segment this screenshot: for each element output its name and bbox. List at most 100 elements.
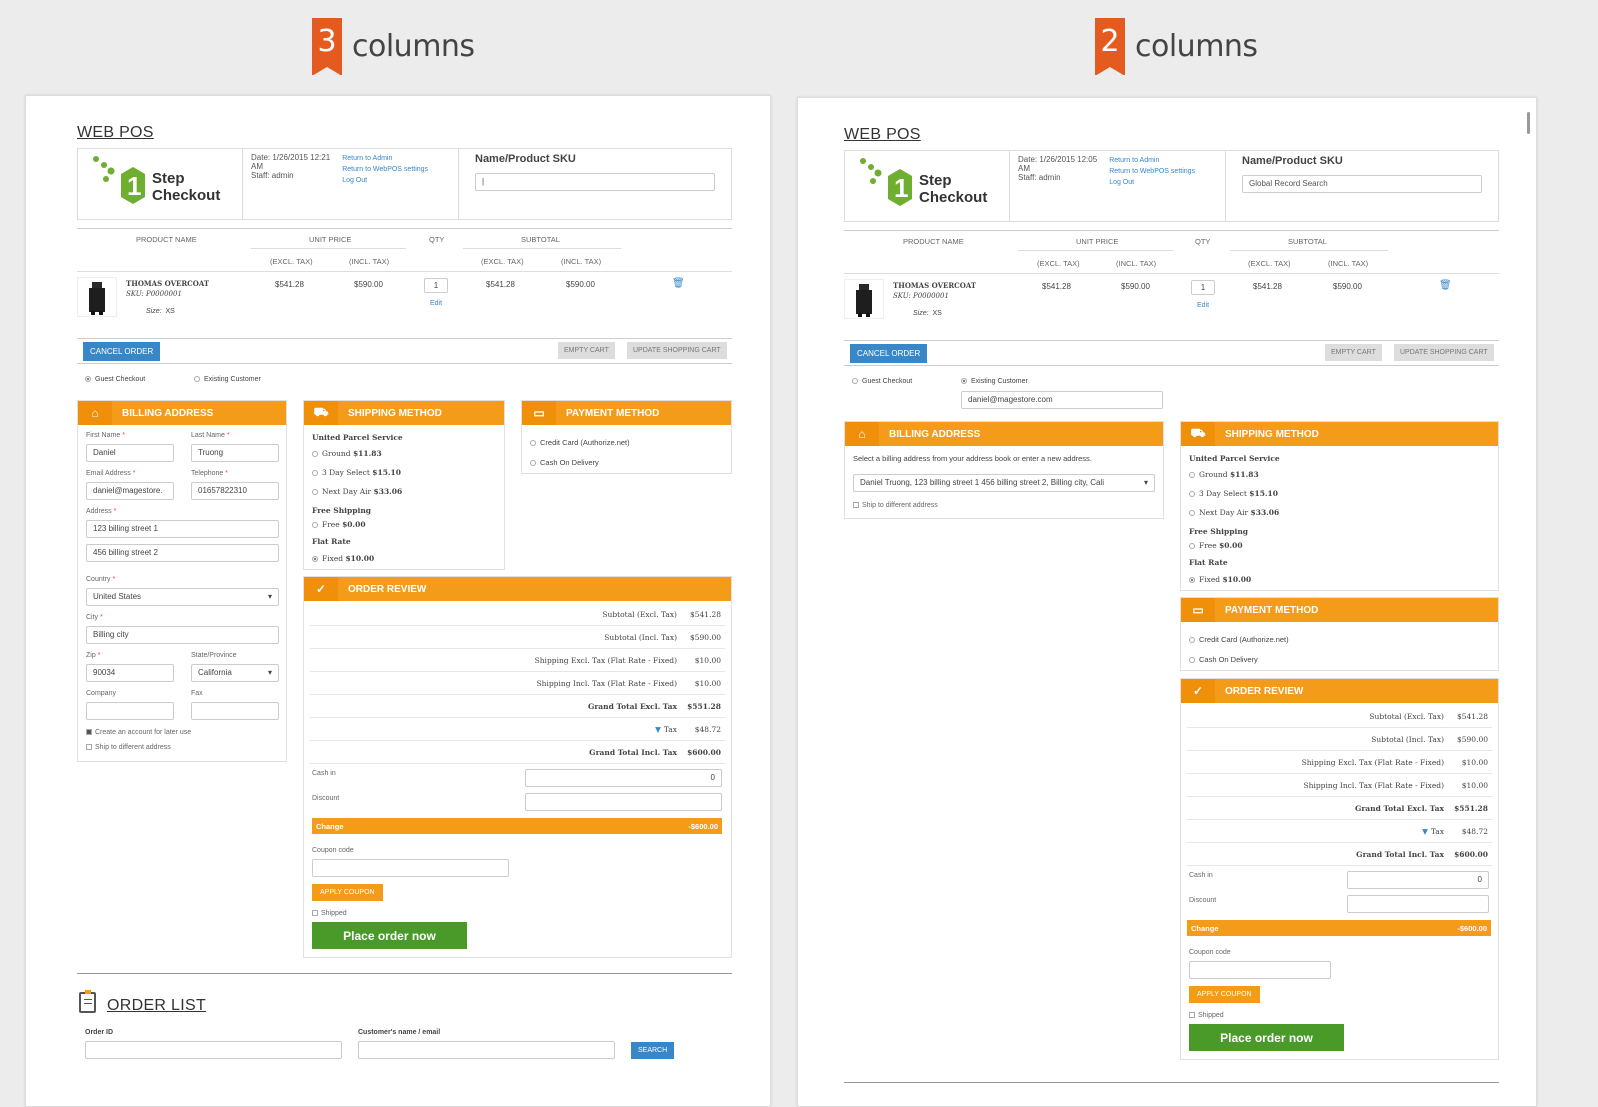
- cash-in-field[interactable]: 0: [1347, 871, 1489, 889]
- place-order-button[interactable]: Place order now: [1189, 1024, 1344, 1051]
- qty-input[interactable]: 1: [1191, 280, 1215, 295]
- city-field[interactable]: Billing city: [86, 626, 279, 644]
- empty-cart-button[interactable]: EMPTY CART: [558, 342, 615, 359]
- discount-field[interactable]: [1347, 895, 1489, 913]
- next-day-radio[interactable]: [1189, 510, 1195, 516]
- sku-input[interactable]: Global Record Search: [1242, 175, 1482, 193]
- ground-radio[interactable]: [312, 451, 318, 457]
- col-unit-price: UNIT PRICE: [309, 235, 352, 244]
- qty-input[interactable]: 1: [424, 278, 448, 293]
- product-name: THOMAS OVERCOAT: [126, 279, 210, 288]
- first-name-field[interactable]: Daniel: [86, 444, 174, 462]
- logout-link[interactable]: Log Out: [342, 175, 428, 186]
- payment-section: ▭ PAYMENT METHOD Credit Card (Authorize.n…: [521, 400, 732, 474]
- return-to-admin-link[interactable]: Return to Admin: [342, 153, 428, 164]
- cancel-order-button[interactable]: CANCEL ORDER: [83, 342, 161, 361]
- cancel-order-button[interactable]: CANCEL ORDER: [850, 344, 928, 363]
- fax-field[interactable]: [191, 702, 279, 720]
- search-button[interactable]: SEARCH: [631, 1042, 675, 1059]
- edit-link[interactable]: Edit: [430, 300, 442, 307]
- return-to-settings-link[interactable]: Return to WebPOS settings: [342, 164, 428, 175]
- existing-radio[interactable]: [194, 376, 200, 383]
- session-info: Date: 1/26/2015 12:21 AM Staff: admin Re…: [243, 149, 459, 219]
- three-day-label: 3 Day Select: [1199, 489, 1247, 498]
- cc-radio[interactable]: [530, 440, 536, 447]
- coupon-field[interactable]: [312, 859, 509, 877]
- guest-label: Guest Checkout: [95, 376, 146, 383]
- next-day-radio[interactable]: [312, 489, 318, 495]
- svg-text:Step: Step: [152, 170, 185, 187]
- shipping-section: ⛟ SHIPPING METHOD United Parcel Service G…: [1180, 421, 1499, 591]
- last-name-field[interactable]: Truong: [191, 444, 279, 462]
- country-select[interactable]: United States ▾: [86, 588, 279, 606]
- col-qty: QTY: [429, 235, 445, 244]
- expand-triangle-icon[interactable]: ▼: [1422, 827, 1428, 836]
- address1-field[interactable]: 123 billing street 1: [86, 520, 279, 538]
- update-cart-button[interactable]: UPDATE SHOPPING CART: [1394, 344, 1494, 361]
- size-label: Size:: [146, 308, 162, 315]
- free-radio[interactable]: [1189, 543, 1195, 549]
- address2-field[interactable]: 456 billing street 2: [86, 544, 279, 562]
- state-select[interactable]: California ▾: [191, 664, 279, 682]
- update-cart-button[interactable]: UPDATE SHOPPING CART: [627, 342, 727, 359]
- col-excl: (EXCL. TAX): [481, 257, 524, 266]
- return-to-settings-link[interactable]: Return to WebPOS settings: [1109, 166, 1195, 177]
- edit-link[interactable]: Edit: [1197, 302, 1209, 309]
- apply-coupon-button[interactable]: APPLY COUPON: [1189, 986, 1260, 1003]
- fixed-radio[interactable]: [312, 556, 318, 562]
- trash-icon[interactable]: 🗑: [672, 278, 685, 289]
- ground-price: $11.83: [352, 449, 382, 458]
- order-list-title: ORDER LIST: [107, 997, 207, 1014]
- next-day-label: Next Day Air: [322, 487, 372, 496]
- ship-diff-checkbox[interactable]: [853, 502, 859, 509]
- cash-in-field[interactable]: 0: [525, 769, 722, 787]
- coupon-field[interactable]: [1189, 961, 1331, 979]
- expand-triangle-icon[interactable]: ▼: [655, 725, 661, 734]
- phone-field[interactable]: 01657822310: [191, 482, 279, 500]
- svg-text:Checkout: Checkout: [152, 187, 220, 204]
- logout-link[interactable]: Log Out: [1109, 177, 1195, 188]
- discount-field[interactable]: [525, 793, 722, 811]
- sku-input[interactable]: |: [475, 173, 715, 191]
- cc-radio[interactable]: [1189, 637, 1195, 644]
- header-label: columns: [1135, 29, 1258, 64]
- guest-radio[interactable]: [852, 378, 858, 385]
- three-day-radio[interactable]: [312, 470, 318, 476]
- review-rows: Subtotal (Excl. Tax) $541.28 Subtotal (In…: [304, 601, 731, 766]
- zip-field[interactable]: 90034: [86, 664, 174, 682]
- one-step-checkout-logo: 1 Step Checkout: [93, 156, 220, 204]
- place-order-button[interactable]: Place order now: [312, 922, 467, 949]
- free-title: Free Shipping: [1189, 527, 1249, 536]
- ship-diff-checkbox[interactable]: [86, 744, 92, 751]
- last-name-label: Last Name: [191, 432, 225, 439]
- customer-email-field[interactable]: daniel@magestore.com: [961, 391, 1163, 409]
- page-title: WEB POS: [77, 124, 154, 141]
- create-account-checkbox[interactable]: [86, 729, 92, 736]
- return-to-admin-link[interactable]: Return to Admin: [1109, 155, 1195, 166]
- address-book-select[interactable]: Daniel Truong, 123 billing street 1 456 …: [853, 474, 1155, 492]
- shipped-checkbox[interactable]: [312, 910, 318, 917]
- fixed-radio[interactable]: [1189, 577, 1195, 583]
- billing-title: BILLING ADDRESS: [122, 407, 214, 419]
- review-row: Grand Total Excl. Tax $551.28: [1187, 797, 1492, 820]
- existing-radio[interactable]: [961, 378, 967, 385]
- date-label: Date: 1/26/2015 12:05: [1018, 155, 1098, 164]
- three-day-radio[interactable]: [1189, 491, 1195, 497]
- ground-radio[interactable]: [1189, 472, 1195, 478]
- scrollbar[interactable]: [1527, 112, 1530, 134]
- shipped-checkbox[interactable]: [1189, 1012, 1195, 1019]
- free-radio[interactable]: [312, 522, 318, 528]
- apply-coupon-button[interactable]: APPLY COUPON: [312, 884, 383, 901]
- company-field[interactable]: [86, 702, 174, 720]
- customer-search-field[interactable]: [358, 1041, 615, 1059]
- trash-icon[interactable]: 🗑: [1439, 280, 1452, 291]
- product-thumbnail: [77, 277, 117, 317]
- cod-radio[interactable]: [1189, 657, 1195, 664]
- guest-radio[interactable]: [85, 376, 91, 383]
- review-row: Grand Total Incl. Tax $600.00: [310, 741, 725, 764]
- order-id-field[interactable]: [85, 1041, 342, 1059]
- empty-cart-button[interactable]: EMPTY CART: [1325, 344, 1382, 361]
- email-field[interactable]: daniel@magestore.: [86, 482, 174, 500]
- size-value: XS: [932, 310, 942, 317]
- cod-radio[interactable]: [530, 460, 536, 467]
